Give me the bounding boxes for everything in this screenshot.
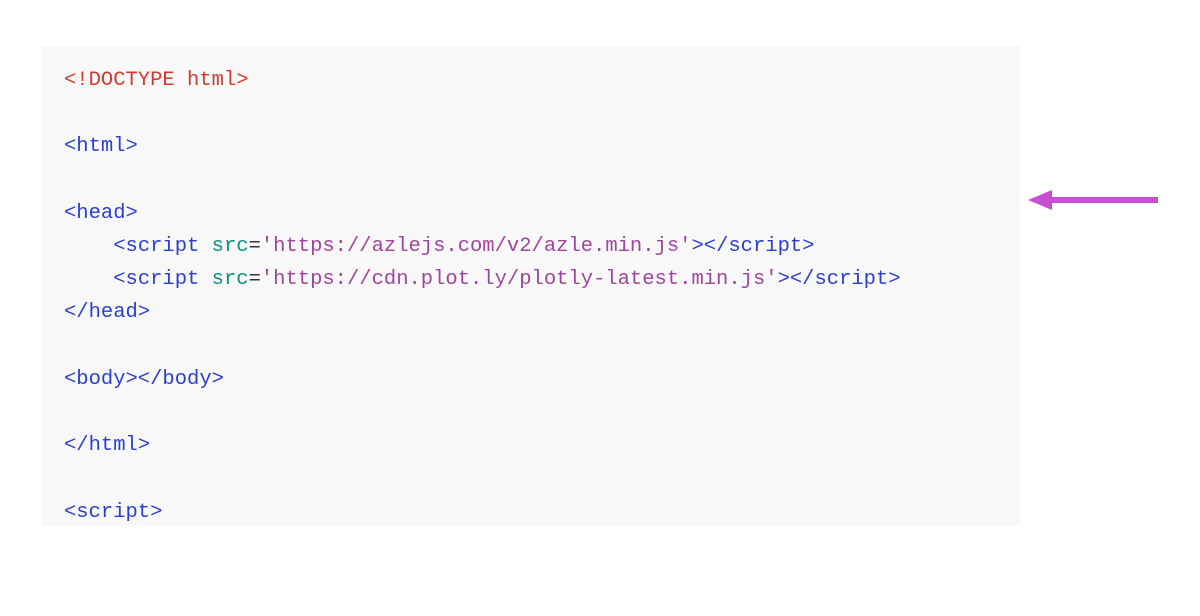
code-script-close-1: </script>	[704, 235, 815, 258]
code-gt-1: >	[691, 235, 703, 258]
code-block: <!DOCTYPE html> <html> <head> <script sr…	[42, 46, 1020, 526]
code-head-close: </head>	[64, 301, 150, 324]
code-indent-1	[64, 235, 113, 258]
callout-arrow-icon	[1028, 188, 1158, 212]
code-html-open: <html>	[64, 135, 138, 158]
code-doctype: <!DOCTYPE html>	[64, 69, 249, 92]
code-script-tag-2: <script	[113, 268, 199, 291]
code-html-close: </html>	[64, 434, 150, 457]
code-eq-1: =	[249, 235, 261, 258]
code-src-val-2: 'https://cdn.plot.ly/plotly-latest.min.j…	[261, 268, 778, 291]
code-src-val-1: 'https://azlejs.com/v2/azle.min.js'	[261, 235, 692, 258]
code-eq-2: =	[249, 268, 261, 291]
code-script-close-2: </script>	[790, 268, 901, 291]
code-src-attr-2: src	[199, 268, 248, 291]
code-src-attr-1: src	[199, 235, 248, 258]
code-body-empty: <body></body>	[64, 368, 224, 391]
code-head-open: <head>	[64, 202, 138, 225]
code-script-tag-1: <script	[113, 235, 199, 258]
code-indent-2	[64, 268, 113, 291]
code-gt-2: >	[778, 268, 790, 291]
code-script-open-bare: <script>	[64, 501, 162, 524]
